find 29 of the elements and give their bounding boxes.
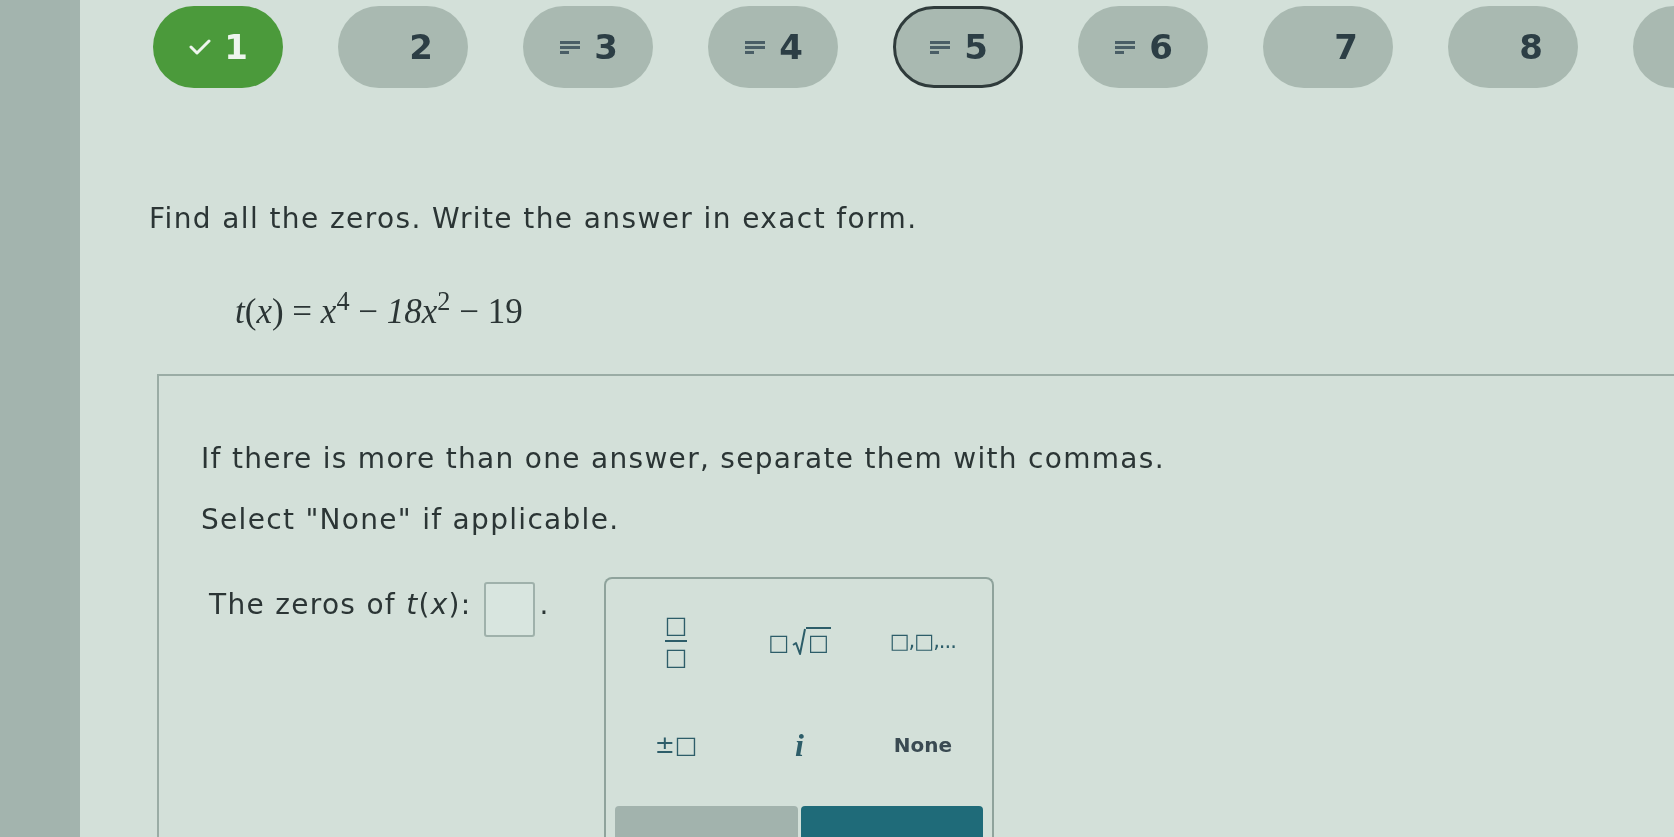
question-pill[interactable]: 5	[893, 6, 1023, 88]
question-pill[interactable]: 1	[153, 6, 283, 88]
action-button[interactable]	[801, 806, 984, 837]
zeros-prompt: The zeros of t(x):	[209, 588, 472, 622]
lines-icon	[930, 40, 951, 54]
hint-text: Select "None" if applicable.	[201, 503, 620, 537]
check-icon	[189, 39, 212, 55]
none-key[interactable]: None	[893, 735, 952, 755]
instruction-text: Find all the zeros. Write the answer in exact form.	[149, 202, 918, 236]
plus-minus-key[interactable]: ±□	[654, 733, 698, 757]
fraction-key[interactable]: □ □	[664, 613, 688, 669]
lines-icon	[745, 40, 766, 54]
question-pill[interactable]: 6	[1078, 6, 1208, 88]
function-equation: t(x) = x$^{4}$ − 18x$^{2}$ − 19	[235, 291, 523, 333]
action-button[interactable]	[615, 806, 798, 837]
question-pill[interactable]: 4	[708, 6, 838, 88]
list-key[interactable]: □,□,...	[889, 630, 956, 652]
question-pill[interactable]: 7	[1263, 6, 1393, 88]
hint-text: If there is more than one answer, separate them with commas.	[201, 442, 1165, 476]
question-pill[interactable]: 3	[523, 6, 653, 88]
lines-icon	[560, 40, 581, 54]
question-pill[interactable]: 8	[1448, 6, 1578, 88]
imaginary-unit-key[interactable]: i	[791, 729, 808, 761]
lines-icon	[1115, 40, 1136, 54]
period-text: .	[539, 588, 549, 622]
question-pill[interactable]: 2	[338, 6, 468, 88]
square-root-key[interactable]: □ □	[768, 626, 831, 656]
answer-box[interactable]	[483, 582, 535, 637]
radical-sign-icon	[791, 627, 806, 656]
